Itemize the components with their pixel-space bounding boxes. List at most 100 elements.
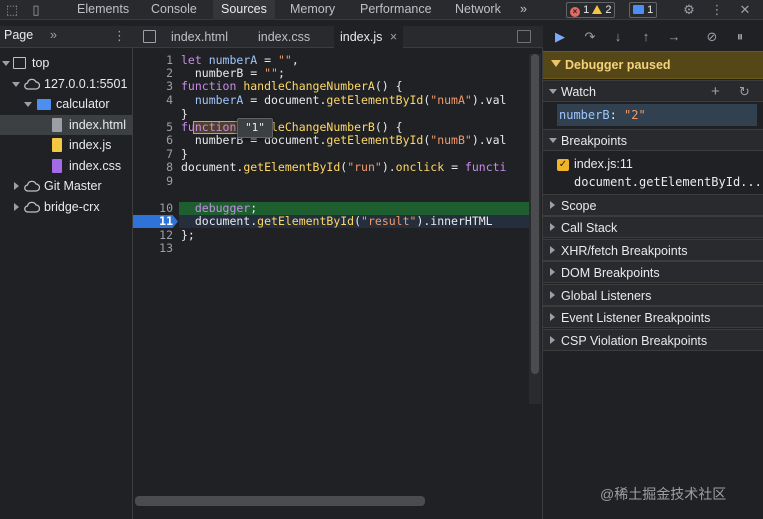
editor-tab-index-js[interactable]: index.js × bbox=[334, 26, 404, 48]
section-xhr-breakpoints[interactable]: XHR/fetch Breakpoints bbox=[543, 239, 763, 261]
section-title: XHR/fetch Breakpoints bbox=[561, 244, 688, 258]
collapse-arrow-icon bbox=[550, 246, 555, 254]
line-number-gutter[interactable]: 1 2 3 4 5 6 7 8 9 10 11 12 13 bbox=[133, 54, 178, 494]
code-token: = document. bbox=[243, 93, 327, 107]
line-number[interactable]: 3 bbox=[133, 80, 173, 93]
navigator-tab-page[interactable]: Page bbox=[4, 28, 33, 42]
editor-vertical-scrollbar[interactable] bbox=[529, 54, 541, 404]
watch-expression: numberB bbox=[559, 108, 610, 122]
code-token: () { bbox=[374, 79, 403, 93]
breakpoint-checkbox[interactable]: ✓ bbox=[557, 159, 569, 171]
step-over-icon[interactable]: ↷ bbox=[581, 28, 599, 46]
css-file-icon bbox=[52, 159, 62, 173]
code-token: ). bbox=[381, 160, 396, 174]
tree-item-label: calculator bbox=[56, 97, 110, 111]
section-breakpoints[interactable]: Breakpoints bbox=[543, 129, 763, 151]
tree-item-index-css[interactable]: index.css bbox=[0, 156, 133, 176]
gear-icon[interactable]: ⚙ bbox=[681, 2, 697, 18]
navigator-menu-icon[interactable]: ⋮ bbox=[113, 28, 126, 44]
debugger-sidebar: ▶ ↷ ↓ ↑ → ⊘ ⏸ Debugger paused Watch + ↻ … bbox=[543, 20, 763, 519]
expand-arrow-icon bbox=[24, 102, 32, 107]
code-token: document. bbox=[181, 160, 244, 174]
watch-value: "2" bbox=[624, 108, 646, 122]
section-watch[interactable]: Watch + ↻ bbox=[543, 80, 763, 102]
section-title: DOM Breakpoints bbox=[561, 266, 660, 280]
step-icon[interactable]: → bbox=[665, 28, 683, 46]
tab-console[interactable]: Console bbox=[151, 0, 197, 20]
add-watch-icon[interactable]: + bbox=[711, 81, 720, 103]
tab-sources[interactable]: Sources bbox=[213, 0, 275, 20]
tree-item-label: index.html bbox=[69, 118, 126, 132]
step-into-icon[interactable]: ↓ bbox=[609, 28, 627, 46]
line-number[interactable]: 8 bbox=[133, 161, 173, 174]
tree-item-top[interactable]: top bbox=[0, 53, 133, 73]
warning-icon bbox=[592, 5, 603, 14]
code-token: getElementById bbox=[326, 93, 424, 107]
navigator-more-button[interactable]: » bbox=[50, 28, 57, 42]
code-token: }; bbox=[181, 228, 195, 242]
editor-horizontal-scrollbar[interactable] bbox=[135, 496, 425, 506]
code-line-3: function handleChangeNumberA() { bbox=[181, 80, 403, 93]
issues-counter[interactable]: × 1 2 bbox=[566, 2, 616, 18]
section-dom-breakpoints[interactable]: DOM Breakpoints bbox=[543, 261, 763, 283]
tree-item-label: 127.0.0.1:5501 bbox=[44, 77, 128, 91]
refresh-icon[interactable]: ↻ bbox=[739, 81, 750, 103]
tree-item-calculator[interactable]: calculator bbox=[0, 94, 133, 114]
line-number[interactable]: 4 bbox=[133, 94, 173, 107]
line-number[interactable]: 9 bbox=[133, 175, 173, 188]
pause-on-exceptions-icon[interactable]: ⏸ bbox=[731, 28, 749, 46]
inspect-element-icon[interactable]: ⬚ bbox=[4, 2, 20, 18]
collapse-arrow-icon bbox=[550, 268, 555, 276]
close-tab-icon[interactable]: × bbox=[390, 30, 397, 44]
watch-separator: : bbox=[609, 108, 625, 122]
code-token: ( bbox=[354, 214, 362, 228]
tab-performance[interactable]: Performance bbox=[360, 0, 432, 20]
paused-label: Debugger paused bbox=[565, 58, 671, 72]
more-tabs-button[interactable]: » bbox=[520, 0, 527, 20]
resume-icon[interactable]: ▶ bbox=[551, 28, 569, 46]
tab-elements[interactable]: Elements bbox=[77, 0, 129, 20]
messages-counter[interactable]: 1 bbox=[629, 2, 658, 18]
step-out-icon[interactable]: ↑ bbox=[637, 28, 655, 46]
breakpoint-code[interactable]: document.getElementById... bbox=[574, 175, 760, 189]
editor-tab-label: index.js bbox=[340, 30, 383, 44]
tree-item-bridge-crx[interactable]: bridge-crx bbox=[0, 197, 133, 217]
device-toolbar-icon[interactable]: ▯ bbox=[28, 2, 44, 18]
tab-memory[interactable]: Memory bbox=[290, 0, 335, 20]
line-number-current[interactable]: 11 bbox=[133, 215, 173, 228]
breakpoint-location[interactable]: index.js:11 bbox=[574, 157, 633, 171]
tree-item-origin[interactable]: 127.0.0.1:5501 bbox=[0, 74, 133, 94]
tree-item-index-js[interactable]: index.js bbox=[0, 135, 133, 155]
watch-expression-row[interactable]: numberB: "2" bbox=[557, 104, 757, 126]
section-event-listener-breakpoints[interactable]: Event Listener Breakpoints bbox=[543, 306, 763, 328]
close-devtools-icon[interactable]: ✕ bbox=[737, 2, 753, 18]
tree-item-git-master[interactable]: Git Master bbox=[0, 176, 133, 196]
cloud-icon bbox=[24, 201, 40, 213]
editor-tab-index-html[interactable]: index.html bbox=[171, 26, 228, 48]
code-token: ; bbox=[250, 201, 258, 215]
section-global-listeners[interactable]: Global Listeners bbox=[543, 284, 763, 306]
scrollbar-thumb[interactable] bbox=[531, 54, 539, 374]
toggle-navigator-icon[interactable] bbox=[143, 30, 156, 43]
code-area[interactable]: let numberA = "", numberB = ""; function… bbox=[179, 54, 529, 494]
section-title: Breakpoints bbox=[561, 134, 628, 148]
section-scope[interactable]: Scope bbox=[543, 194, 763, 216]
line-number[interactable]: 13 bbox=[133, 242, 173, 255]
deactivate-breakpoints-icon[interactable]: ⊘ bbox=[703, 28, 721, 46]
section-call-stack[interactable]: Call Stack bbox=[543, 216, 763, 238]
code-token: "numB" bbox=[430, 133, 472, 147]
kebab-menu-icon[interactable]: ⋮ bbox=[709, 2, 725, 18]
code-token: ).val bbox=[471, 133, 507, 147]
code-token: ; bbox=[277, 66, 285, 80]
tree-item-index-html[interactable]: index.html bbox=[0, 115, 133, 135]
line-number[interactable]: 6 bbox=[133, 134, 173, 147]
collapse-arrow-icon bbox=[550, 223, 555, 231]
code-token: "" bbox=[264, 66, 278, 80]
tab-network[interactable]: Network bbox=[455, 0, 501, 20]
code-line-9: document.getElementById("run").onclick =… bbox=[181, 161, 506, 174]
toggle-debugger-icon[interactable] bbox=[517, 30, 531, 43]
editor-tab-index-css[interactable]: index.css bbox=[258, 26, 310, 48]
section-csp-violation-breakpoints[interactable]: CSP Violation Breakpoints bbox=[543, 329, 763, 351]
expand-arrow-icon bbox=[549, 138, 557, 143]
tree-item-label: top bbox=[32, 56, 50, 70]
